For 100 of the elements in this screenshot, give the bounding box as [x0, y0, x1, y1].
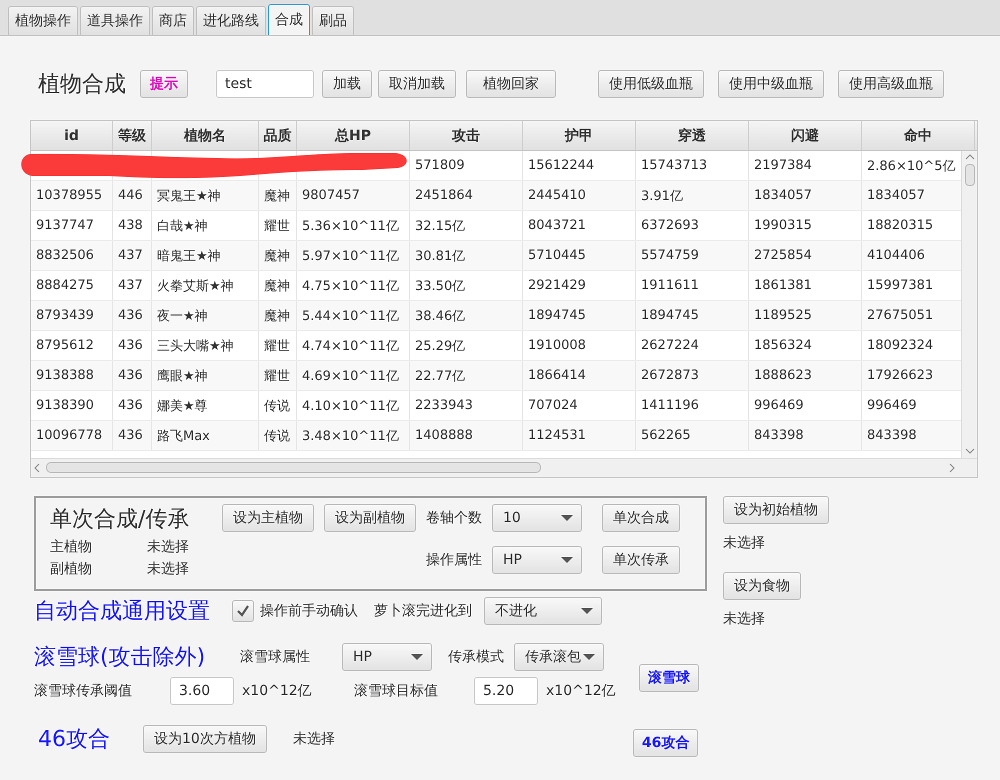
- column-header[interactable]: 攻击: [410, 121, 523, 150]
- table-cell: 10096778: [36, 428, 102, 443]
- table-cell: 2451864: [415, 188, 473, 203]
- table-cell: 4104406: [867, 248, 925, 263]
- scrollbar-thumb[interactable]: [965, 164, 975, 186]
- action-button[interactable]: 植物回家: [466, 70, 556, 98]
- inherit-button[interactable]: 单次传承: [602, 546, 680, 574]
- table-cell: 1861381: [754, 278, 812, 293]
- field-label: 滚雪球传承阈值: [34, 682, 133, 700]
- caret-icon: [561, 515, 573, 521]
- tab[interactable]: 进化路线: [196, 6, 266, 35]
- table-cell-text: 3.91亿: [641, 188, 683, 204]
- status-text: 未选择: [723, 534, 766, 552]
- checkbox[interactable]: [232, 600, 254, 622]
- table-cell: 8832506: [36, 248, 94, 263]
- column-header[interactable]: 品质: [259, 121, 297, 150]
- table-cell-text: 33.50亿: [415, 278, 466, 294]
- synth-button[interactable]: 单次合成: [602, 504, 680, 532]
- hint-button[interactable]: 提示: [140, 70, 188, 98]
- set-button[interactable]: 设为主植物: [222, 504, 314, 532]
- section-title: 单次合成/传承: [50, 506, 190, 534]
- table-cell: 436: [118, 428, 143, 443]
- field-label: 操作属性: [426, 551, 482, 569]
- checkmark-icon: [236, 604, 250, 618]
- column-header[interactable]: 穿透: [636, 121, 749, 150]
- table-cell: 437: [118, 278, 143, 293]
- table-cell-text: 4.75×10^11亿: [302, 278, 399, 294]
- table-cell-text: 暗鬼王★神: [157, 248, 221, 264]
- table-cell-text: 2.86×10^5亿: [867, 158, 956, 174]
- tab[interactable]: 道具操作: [80, 6, 150, 35]
- column-header[interactable]: 植物名: [152, 121, 259, 150]
- table-cell: 1189525: [754, 308, 812, 323]
- table-cell-text: 魔神: [264, 188, 290, 204]
- table-cell: 1834057: [754, 188, 812, 203]
- field-label: 卷轴个数: [426, 509, 482, 527]
- table-cell: 8793439: [36, 308, 94, 323]
- table-cell: 8043721: [528, 218, 586, 233]
- table-cell: 1866414: [528, 368, 586, 383]
- set-button[interactable]: 设为副植物: [324, 504, 416, 532]
- table-cell: 18820315: [867, 218, 934, 233]
- table-cell: 1834057: [867, 188, 925, 203]
- status-text: 未选择: [723, 610, 766, 628]
- table-cell: 436: [118, 308, 143, 323]
- column-header[interactable]: 命中: [862, 121, 975, 150]
- table-cell: 5710445: [528, 248, 586, 263]
- column-header[interactable]: id: [31, 121, 113, 150]
- set-button[interactable]: 设为初始植物: [723, 496, 829, 524]
- action-button[interactable]: 取消加载: [378, 70, 456, 98]
- table-cell: 5574759: [641, 248, 699, 263]
- column-header[interactable]: 等级: [113, 121, 152, 150]
- table-cell: 1894745: [528, 308, 586, 323]
- action-button[interactable]: 加载: [322, 70, 372, 98]
- tab[interactable]: 刷品: [312, 6, 354, 35]
- table-cell-text: 魔神: [264, 248, 290, 264]
- table-cell: 2197384: [754, 158, 812, 173]
- potion-button[interactable]: 使用中级血瓶: [718, 70, 824, 98]
- table-cell-text: 5.97×10^11亿: [302, 248, 399, 264]
- column-header[interactable]: 护甲: [523, 121, 636, 150]
- tab[interactable]: 植物操作: [8, 6, 78, 35]
- table-cell-text: 3.48×10^11亿: [302, 428, 399, 444]
- table-cell: 6372693: [641, 218, 699, 233]
- table-cell: 2445410: [528, 188, 586, 203]
- column-header[interactable]: 总HP: [297, 121, 410, 150]
- table-cell-text: 耀世: [264, 368, 290, 384]
- set-button[interactable]: 设为10次方植物: [143, 725, 267, 753]
- table-cell: 436: [118, 368, 143, 383]
- set-button[interactable]: 设为食物: [723, 572, 801, 600]
- table-cell: 9138390: [36, 398, 94, 413]
- input-field[interactable]: test: [216, 70, 314, 98]
- table-cell-text: 火拳艾斯★神: [157, 278, 234, 294]
- table-cell: 843398: [754, 428, 804, 443]
- horizontal-scrollbar[interactable]: [31, 458, 977, 477]
- table-cell: 446: [118, 188, 143, 203]
- column-header[interactable]: 闪避: [749, 121, 862, 150]
- dropdown[interactable]: HP: [342, 643, 432, 671]
- table-cell: 2672873: [641, 368, 699, 383]
- dropdown[interactable]: 不进化: [484, 597, 602, 625]
- dropdown[interactable]: 10: [492, 504, 582, 532]
- field-value: 未选择: [147, 538, 189, 556]
- field-label: 萝卜滚完进化到: [374, 602, 472, 620]
- dropdown[interactable]: HP: [492, 546, 582, 574]
- snowball-button[interactable]: 滚雪球: [639, 664, 699, 692]
- run-button[interactable]: 46攻合: [632, 729, 698, 757]
- table-cell: 15743713: [641, 158, 708, 173]
- scrollbar-thumb[interactable]: [46, 462, 541, 473]
- table-cell: 1911611: [641, 278, 699, 293]
- tab[interactable]: 合成: [268, 4, 310, 35]
- caret-icon: [411, 654, 423, 660]
- table-cell: 2627224: [641, 338, 699, 353]
- vertical-scrollbar[interactable]: [961, 151, 977, 458]
- table-cell-text: 5.36×10^11亿: [302, 218, 399, 234]
- table-cell-text: 5.44×10^11亿: [302, 308, 399, 324]
- tab[interactable]: 商店: [152, 6, 194, 35]
- dropdown[interactable]: 传承滚包: [514, 643, 604, 671]
- table-cell-text: 魔神: [264, 278, 290, 294]
- input-field[interactable]: 5.20: [474, 677, 538, 705]
- input-field[interactable]: 3.60: [170, 677, 234, 705]
- checkbox-label: 操作前手动确认: [260, 602, 358, 620]
- potion-button[interactable]: 使用低级血瓶: [598, 70, 704, 98]
- potion-button[interactable]: 使用高级血瓶: [838, 70, 944, 98]
